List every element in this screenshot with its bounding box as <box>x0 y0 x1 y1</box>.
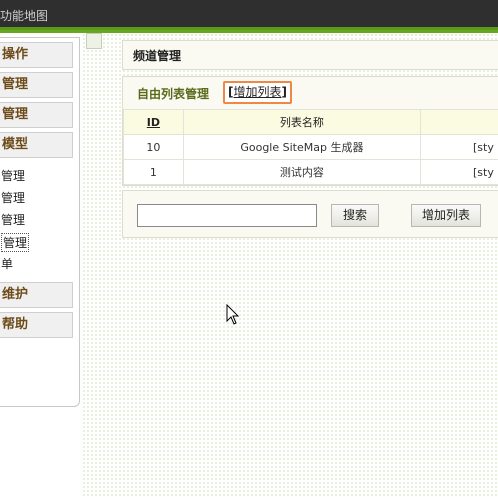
page-title: 频道管理 <box>133 49 182 63</box>
mouse-cursor-icon <box>226 304 240 325</box>
list-title: 自由列表管理 <box>137 87 210 101</box>
table-header-row: ID 列表名称 <box>123 109 498 135</box>
row-id: 1 <box>123 159 184 185</box>
add-list-link-label[interactable]: 增加列表 <box>233 85 281 99</box>
list-header: 自由列表管理 [增加列表] <box>123 77 498 109</box>
menu-head-management-2[interactable]: 管理 <box>0 102 73 128</box>
table-row: 1 测试内容 [sty <box>123 159 498 185</box>
row-name: 测试内容 <box>182 159 422 185</box>
menu-item-management-b[interactable]: 管理 <box>1 189 25 206</box>
search-input[interactable] <box>137 204 317 227</box>
collapse-toggle[interactable] <box>86 33 102 49</box>
add-list-button[interactable]: 增加列表 <box>411 204 481 227</box>
left-menu: 操作 管理 管理 模型 管理 管理 管理 管理 单 维护 帮助 <box>0 37 80 407</box>
menu-head-management-1[interactable]: 管理 <box>0 72 73 98</box>
column-header-name: 列表名称 <box>182 109 422 135</box>
menu-head-model[interactable]: 模型 <box>0 132 73 158</box>
menu-head-maintenance[interactable]: 维护 <box>0 282 73 308</box>
search-button[interactable]: 搜索 <box>331 204 379 227</box>
left-pane: 操作 管理 管理 模型 管理 管理 管理 管理 单 维护 帮助 <box>0 33 82 498</box>
menu-head-help[interactable]: 帮助 <box>0 312 73 338</box>
search-panel: 搜索 增加列表 <box>122 190 498 238</box>
row-name: Google SiteMap 生成器 <box>182 134 422 160</box>
function-map-link[interactable]: 功能地图 <box>0 7 48 24</box>
row-id: 10 <box>123 134 184 160</box>
table-row: 10 Google SiteMap 生成器 [sty <box>123 134 498 160</box>
column-header-id[interactable]: ID <box>123 109 184 135</box>
top-bar: 功能地图 <box>0 0 498 30</box>
column-header-action <box>420 109 498 135</box>
menu-item-management-a[interactable]: 管理 <box>1 167 25 184</box>
add-list-link[interactable]: [增加列表] <box>223 81 292 104</box>
list-table: ID 列表名称 10 Google SiteMap 生成器 [sty 1 测试内… <box>123 109 498 185</box>
list-panel: 自由列表管理 [增加列表] ID 列表名称 10 Google SiteMap … <box>122 76 498 186</box>
bracket-close: ] <box>281 85 287 99</box>
menu-item-single[interactable]: 单 <box>1 255 13 272</box>
row-action[interactable]: [sty <box>420 134 498 160</box>
channel-title-panel: 频道管理 <box>122 40 498 70</box>
row-action[interactable]: [sty <box>420 159 498 185</box>
menu-item-management-d[interactable]: 管理 <box>1 233 30 252</box>
menu-head-operations[interactable]: 操作 <box>0 42 73 68</box>
menu-item-management-c[interactable]: 管理 <box>1 211 25 228</box>
